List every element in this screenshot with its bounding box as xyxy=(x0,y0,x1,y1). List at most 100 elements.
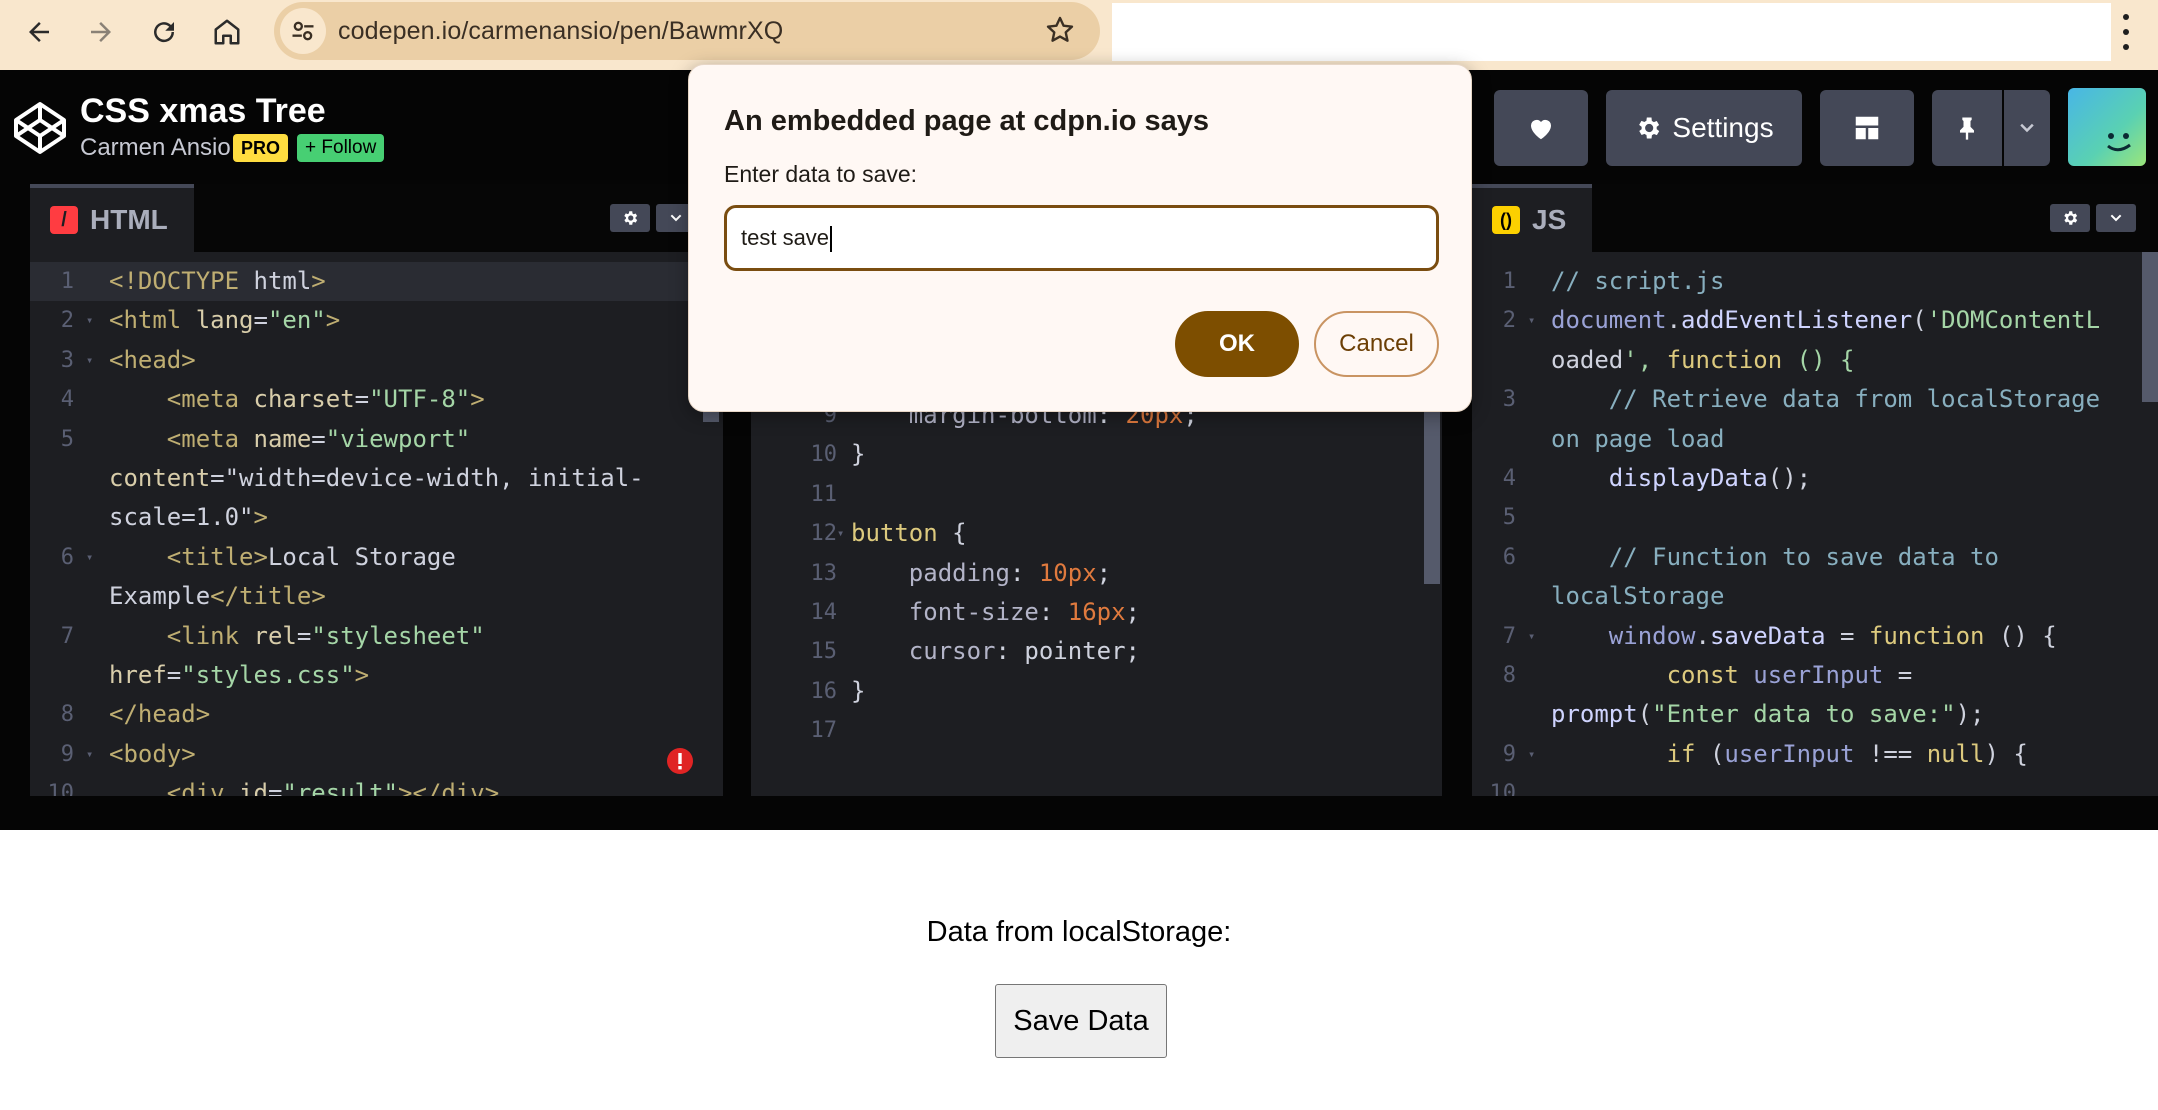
tab-js-label: JS xyxy=(1532,204,1567,235)
code-text: <head> xyxy=(109,345,196,374)
layout-button[interactable] xyxy=(1820,90,1914,166)
line-number: 2 xyxy=(1502,308,1516,334)
html-code[interactable]: 1 <!DOCTYPE html> 2 ▾ <html lang="en"> 3 ▾ <hea… xyxy=(30,252,723,796)
address-bar[interactable]: codepen.io/carmenansio/pen/BawmrXQ xyxy=(274,2,1100,60)
smiley-face-icon xyxy=(2107,133,2131,152)
js-editor[interactable]: () JS 1 // script.js 2 ▾ document.addEventLi… xyxy=(1472,184,2158,796)
code-line: 6 ▾ <title>Local Storage xyxy=(30,538,723,577)
pin-icon xyxy=(1960,117,1974,140)
settings-button[interactable]: Settings xyxy=(1606,90,1802,166)
code-text: <html lang="en"> xyxy=(109,306,341,335)
code-text: font-size: 16px; xyxy=(908,597,1140,626)
gear-icon xyxy=(1639,117,1660,139)
fold-toggle-icon[interactable]: ▾ xyxy=(1528,735,1535,774)
fold-toggle-icon[interactable]: ▾ xyxy=(86,735,93,774)
code-text: window.saveData = function () { xyxy=(1608,621,2057,650)
code-line: content="width=device-width, initial- xyxy=(30,459,723,498)
forward-arrow-icon xyxy=(91,22,111,42)
code-text: // script.js xyxy=(1551,267,1725,295)
code-line: 14 font-size: 16px; xyxy=(751,593,1442,632)
js-code[interactable]: 1 // script.js 2 ▾ document.addEventListener… xyxy=(1472,252,2158,796)
follow-button[interactable]: + Follow xyxy=(297,134,385,162)
text-caret xyxy=(830,226,833,253)
pin-dropdown-button[interactable] xyxy=(2004,90,2050,166)
code-text: } xyxy=(851,676,866,705)
code-text: <!DOCTYPE html> xyxy=(109,267,326,295)
extension-area xyxy=(1112,3,2111,61)
pen-author[interactable]: Carmen Ansio xyxy=(80,134,231,162)
html-tabbar: / HTML xyxy=(30,184,723,252)
html-settings-button[interactable] xyxy=(610,204,650,232)
code-line: 10 <div id="result"></div> xyxy=(30,774,723,796)
fold-toggle-icon[interactable]: ▾ xyxy=(86,301,93,340)
code-text: scale=1.0"> xyxy=(109,503,268,532)
codepen-logo-icon[interactable] xyxy=(12,100,68,156)
code-line: 13 padding: 10px; xyxy=(751,554,1442,593)
url-text[interactable]: codepen.io/carmenansio/pen/BawmrXQ xyxy=(338,17,783,46)
line-number: 12 xyxy=(810,521,838,547)
save-data-button[interactable]: Save Data xyxy=(995,984,1167,1058)
code-line: 5 xyxy=(1472,498,2158,537)
prompt-input[interactable]: test save xyxy=(724,205,1439,271)
tab-js[interactable]: () JS xyxy=(1472,184,1593,252)
fold-toggle-icon[interactable]: ▾ xyxy=(86,341,93,380)
line-number: 10 xyxy=(47,781,75,796)
fold-toggle-icon[interactable]: ▾ xyxy=(86,538,93,577)
preview-resize-bar[interactable] xyxy=(0,796,2158,830)
gear-icon xyxy=(2064,211,2078,225)
line-number: 4 xyxy=(60,387,74,413)
prompt-dialog: An embedded page at cdpn.io says Enter d… xyxy=(688,64,1472,412)
fold-toggle-icon[interactable]: ▾ xyxy=(837,514,844,553)
code-line: 11 xyxy=(751,475,1442,514)
forward-button[interactable] xyxy=(77,8,125,56)
ok-button[interactable]: OK xyxy=(1175,311,1299,377)
line-number: 6 xyxy=(60,544,74,570)
home-icon xyxy=(214,19,240,45)
js-collapse-button[interactable] xyxy=(2096,204,2136,232)
line-number: 9 xyxy=(60,741,74,767)
code-line: 8 const userInput = xyxy=(1472,656,2158,695)
back-button[interactable] xyxy=(15,8,63,56)
prompt-input-value: test save xyxy=(741,225,830,250)
layout-icon xyxy=(1855,116,1879,140)
line-number: 10 xyxy=(810,442,838,468)
code-line: 4 <meta charset="UTF-8"> xyxy=(30,380,723,419)
browser-toolbar: codepen.io/carmenansio/pen/BawmrXQ xyxy=(0,0,2158,70)
follow-label: Follow xyxy=(321,137,377,158)
html-editor[interactable]: / HTML 1 <!DOCTYPE html> 2 ▾ <html lang="en"… xyxy=(30,184,723,796)
home-button[interactable] xyxy=(203,8,251,56)
chevron-down-icon xyxy=(2110,214,2122,222)
code-text: Example</title> xyxy=(109,582,326,611)
reload-button[interactable] xyxy=(140,8,188,56)
line-number: 5 xyxy=(60,426,74,452)
cancel-button[interactable]: Cancel xyxy=(1314,311,1439,377)
pin-button[interactable] xyxy=(1932,90,2002,166)
avatar[interactable] xyxy=(2068,88,2146,166)
kebab-menu-icon[interactable] xyxy=(2120,10,2132,54)
fold-toggle-icon[interactable]: ▾ xyxy=(1528,617,1535,656)
js-scrollbar[interactable] xyxy=(2142,252,2158,402)
settings-label: Settings xyxy=(1672,112,1774,143)
line-number: 8 xyxy=(60,702,74,728)
chevron-down-icon xyxy=(670,214,682,222)
code-line: 3 ▾ <head> xyxy=(30,341,723,380)
like-button[interactable] xyxy=(1494,90,1588,166)
error-icon[interactable] xyxy=(666,747,694,775)
js-settings-button[interactable] xyxy=(2050,204,2090,232)
line-number: 2 xyxy=(60,308,74,334)
pen-title[interactable]: CSS xmas Tree xyxy=(80,92,326,131)
code-text: href="styles.css"> xyxy=(109,660,370,689)
code-line: 1 // script.js xyxy=(1472,262,2158,301)
fold-toggle-icon[interactable]: ▾ xyxy=(1528,301,1535,340)
css-scrollbar[interactable] xyxy=(1424,404,1440,584)
tune-icon xyxy=(292,21,314,41)
code-line: 9 ▾ <body> xyxy=(30,735,723,774)
code-line: 8 </head> xyxy=(30,695,723,734)
site-info-button[interactable] xyxy=(280,8,326,54)
code-line: localStorage xyxy=(1472,577,2158,616)
code-text: <div id="result"></div> xyxy=(166,779,500,796)
code-text: oaded', function () { xyxy=(1551,345,1855,374)
tab-html[interactable]: / HTML xyxy=(30,184,194,252)
bookmark-button[interactable] xyxy=(1044,14,1076,51)
code-line: 1 <!DOCTYPE html> xyxy=(30,262,723,302)
